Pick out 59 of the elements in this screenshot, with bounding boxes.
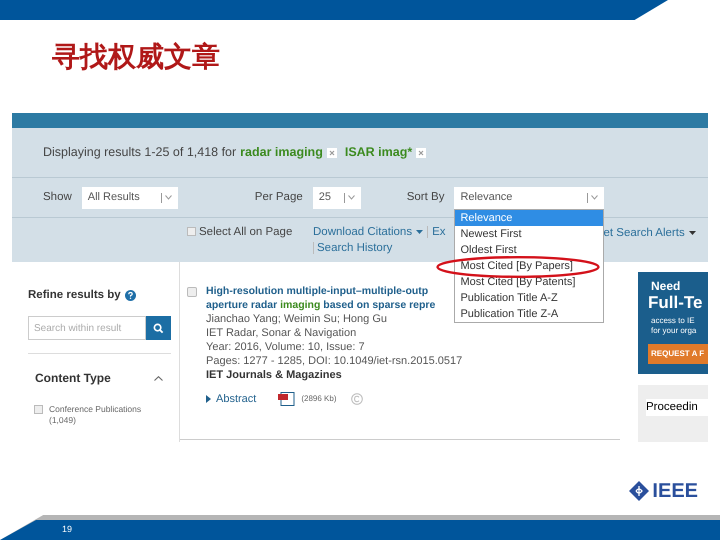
sort-option[interactable]: Publication Title A-Z (455, 290, 604, 306)
checkbox[interactable] (34, 405, 43, 414)
dropdown-select[interactable]: All Results (82, 186, 178, 208)
sort-option[interactable]: Publication Title Z-A (455, 306, 604, 322)
ad-headline: Proceedin (646, 399, 708, 416)
search-alerts-link[interactable]: et Search Alerts (604, 225, 685, 241)
sort-option[interactable]: Oldest First (455, 242, 604, 258)
refine-heading: Refine results by (28, 288, 121, 303)
advertisement-banner[interactable]: Proceedin (638, 385, 708, 442)
search-field[interactable]: Search within result (28, 316, 146, 340)
expand-triangle-icon (206, 395, 211, 403)
page-number: 19 (62, 523, 72, 536)
search-history-link[interactable]: Search History (317, 240, 392, 256)
ad-headline: Full-Te (648, 293, 704, 313)
publisher: IET Journals & Magazines (206, 368, 343, 382)
filter-option-count: (1,049) (49, 415, 77, 426)
pdf-icon (278, 392, 296, 406)
remove-icon[interactable] (326, 148, 337, 158)
export-link[interactable]: Ex (432, 224, 446, 240)
diamond-logo-icon (628, 480, 650, 502)
copyright-icon (350, 393, 362, 405)
search-button[interactable] (146, 316, 171, 340)
publication-details: Year: 2016, Volume: 10, Issue: 7 (206, 340, 366, 354)
ad-text: Need (651, 279, 682, 293)
chevron-down-icon (591, 195, 598, 200)
select-all-label: Select All on Page (199, 225, 292, 240)
remove-icon[interactable] (416, 148, 426, 158)
ad-text: for your orga (651, 326, 698, 336)
search-term: radar imaging (240, 144, 323, 162)
checkbox[interactable] (187, 287, 197, 297)
abstract-toggle[interactable]: Abstract (216, 392, 256, 406)
dropdown-select[interactable]: Relevance (454, 186, 604, 208)
search-term: ISAR imag* (344, 144, 412, 162)
sort-option[interactable]: Newest First (455, 226, 604, 242)
file-size: (2896 Kb) (301, 393, 336, 405)
filter-label: Per Page (254, 190, 303, 205)
download-citations-link[interactable]: Download Citations (313, 224, 412, 240)
results-summary: Displaying results 1-25 of 1,418 for (43, 144, 236, 162)
section-heading: Content Type (35, 370, 111, 388)
help-icon[interactable] (124, 290, 136, 302)
ad-text: access to IE (651, 316, 696, 326)
logo-text: IEEE (652, 480, 698, 502)
chevron-down-icon (348, 195, 355, 200)
filter-label: Sort By (406, 190, 444, 205)
chevron-down-icon (164, 195, 172, 200)
checkbox[interactable] (187, 227, 196, 236)
dropdown-select[interactable]: 25 (312, 186, 361, 208)
filter-label: Show (43, 190, 72, 205)
chevron-icon[interactable] (154, 376, 163, 381)
slide-title: 寻找权威文章 (52, 40, 221, 74)
authors: Jianchao Yang; Weimin Su; Hong Gu (206, 312, 388, 326)
advertisement-banner[interactable]: Need Full-Te access to IE for your orga REQUEST A F (638, 272, 708, 374)
filter-option-label: Conference Publications (49, 404, 142, 416)
publication-details: Pages: 1277 - 1285, DOI: 10.1049/iet-rsn.2015.0517 (206, 354, 462, 368)
caret-icon (416, 230, 424, 234)
caret-icon (688, 231, 696, 235)
search-icon (153, 322, 164, 334)
sort-option[interactable]: Most Cited [By Papers] (455, 258, 604, 274)
publication-name: IET Radar, Sonar & Navigation (206, 326, 358, 340)
